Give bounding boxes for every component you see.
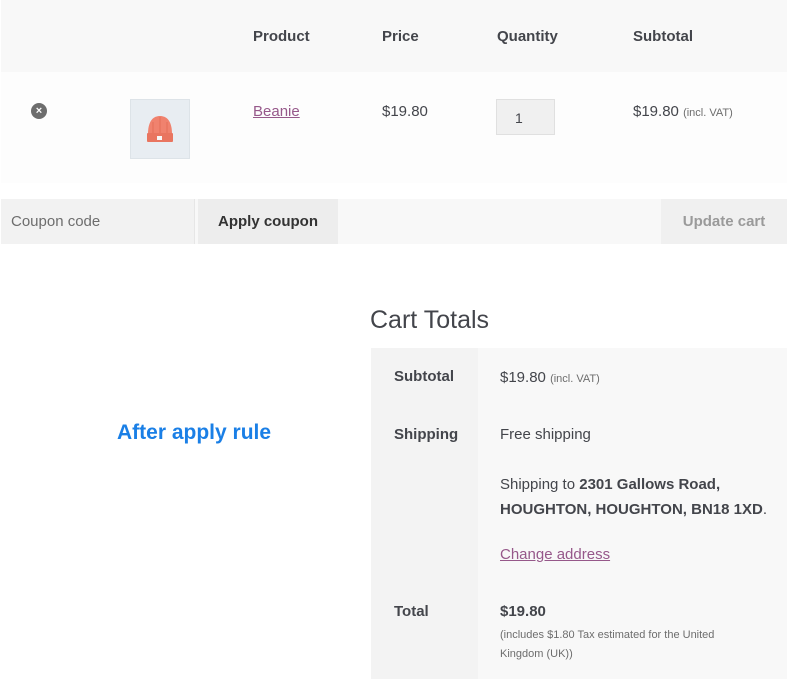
product-price: $19.80	[382, 103, 428, 120]
quantity-input[interactable]: 1	[496, 99, 555, 135]
header-product: Product	[253, 28, 310, 45]
item-subtotal-value: $19.80	[633, 103, 679, 120]
totals-subtotal-vat-note: (incl. VAT)	[550, 373, 600, 385]
totals-total-label-cell: Total	[371, 583, 478, 679]
cart-totals-title: Cart Totals	[370, 306, 490, 334]
totals-shipping-label-cell: Shipping	[371, 405, 478, 583]
product-thumbnail[interactable]	[130, 99, 190, 159]
shipping-address-line1: 2301 Gallows Road,	[579, 476, 721, 493]
item-subtotal-vat-note: (incl. VAT)	[683, 107, 733, 119]
totals-subtotal-label: Subtotal	[394, 368, 454, 385]
totals-total-label: Total	[394, 603, 429, 620]
remove-item-icon[interactable]: ×	[31, 103, 47, 119]
beanie-hat-icon	[147, 116, 173, 142]
header-subtotal: Subtotal	[633, 28, 693, 45]
shipping-destination: Shipping to 2301 Gallows Road, HOUGHTON,…	[500, 476, 767, 518]
totals-subtotal-value-cell: $19.80 (incl. VAT)	[478, 348, 787, 405]
totals-shipping-value-cell: Free shipping Shipping to 2301 Gallows R…	[478, 405, 787, 583]
header-price: Price	[382, 28, 419, 45]
coupon-code-input[interactable]	[1, 199, 195, 244]
header-quantity: Quantity	[497, 28, 558, 45]
shipping-method: Free shipping	[500, 426, 591, 443]
tax-note-line2: Kingdom (UK))	[500, 648, 573, 660]
change-address-link[interactable]: Change address	[500, 546, 610, 563]
cart-item-row	[1, 72, 787, 183]
product-name-link[interactable]: Beanie	[253, 103, 300, 120]
totals-total-value-cell: $19.80 (includes $1.80 Tax estimated for…	[478, 583, 787, 679]
item-subtotal: $19.80 (incl. VAT)	[633, 103, 733, 120]
update-cart-button[interactable]: Update cart	[661, 199, 787, 244]
shipping-address-line2: HOUGHTON, HOUGHTON, BN18 1XD	[500, 501, 763, 518]
annotation-label: After apply rule	[117, 421, 272, 444]
totals-subtotal-label-cell: Subtotal	[371, 348, 478, 405]
totals-subtotal-value: $19.80	[500, 369, 546, 386]
totals-subtotal: $19.80 (incl. VAT)	[500, 369, 600, 386]
tax-note: (includes $1.80 Tax estimated for the Un…	[500, 626, 714, 664]
tax-note-line1: (includes $1.80 Tax estimated for the Un…	[500, 629, 715, 641]
apply-coupon-button[interactable]: Apply coupon	[198, 199, 338, 244]
shipping-to-prefix: Shipping to	[500, 476, 576, 493]
totals-shipping-label: Shipping	[394, 426, 459, 443]
order-total-value: $19.80	[500, 603, 546, 620]
